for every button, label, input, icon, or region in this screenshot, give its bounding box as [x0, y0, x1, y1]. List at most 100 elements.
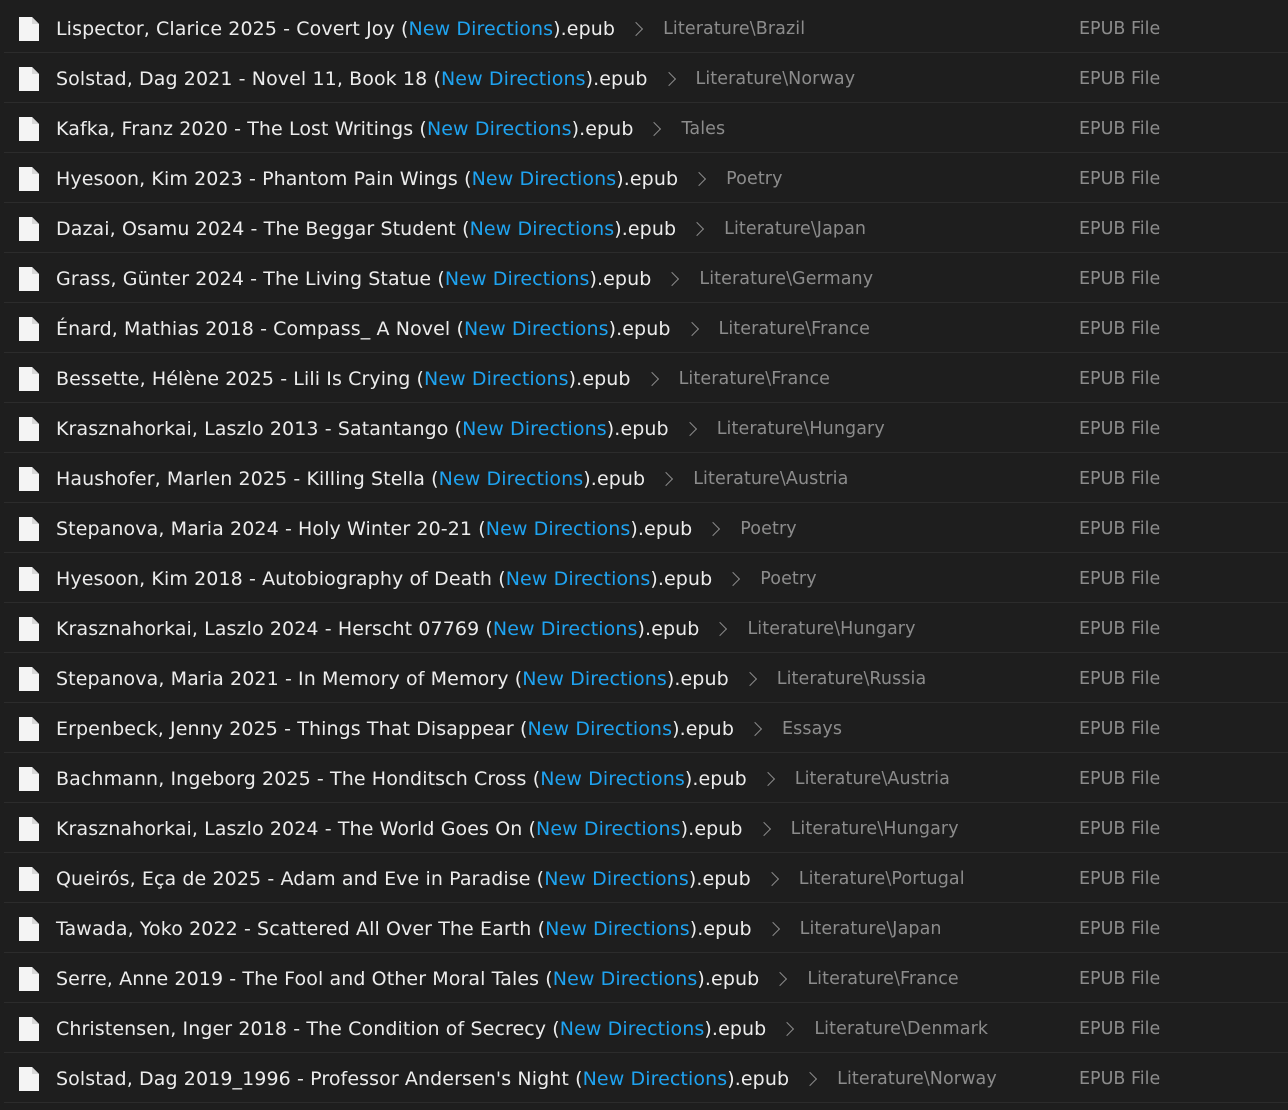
file-name-prefix: Christensen, Inger 2018 - The Condition …	[56, 1017, 560, 1040]
file-row[interactable]: Hyesoon, Kim 2018 - Autobiography of Dea…	[4, 554, 1288, 603]
file-name-publisher-highlight: New Directions	[424, 367, 569, 390]
folder-path[interactable]: Poetry	[760, 569, 816, 589]
file-row[interactable]: Krasznahorkai, Laszlo 2024 - Herscht 077…	[4, 604, 1288, 653]
file-name-publisher-highlight: New Directions	[462, 417, 607, 440]
file-entry: Bachmann, Ingeborg 2025 - The Honditsch …	[56, 754, 950, 803]
file-name-suffix: ).epub	[583, 467, 646, 490]
file-name-suffix: ).epub	[614, 217, 677, 240]
file-name-prefix: Queirós, Eça de 2025 - Adam and Eve in P…	[56, 867, 545, 890]
file-entry: Krasznahorkai, Laszlo 2024 - Herscht 077…	[56, 604, 916, 653]
file-name-suffix: ).epub	[666, 667, 729, 690]
file-name-publisher-highlight: New Directions	[438, 467, 584, 490]
file-name-suffix: ).epub	[630, 517, 693, 540]
file-row[interactable]: Krasznahorkai, Laszlo 2024 - The World G…	[4, 804, 1288, 853]
file-row[interactable]: Haushofer, Marlen 2025 - Killing Stella …	[4, 454, 1288, 503]
folder-path[interactable]: Literature\Norway	[696, 69, 856, 89]
file-name-prefix: Tawada, Yoko 2022 - Scattered All Over T…	[56, 917, 546, 940]
file-name-suffix: ).epub	[688, 867, 751, 890]
file-name-publisher-highlight: New Directions	[522, 667, 667, 690]
file-type: EPUB File	[1079, 268, 1161, 289]
chevron-right-icon	[659, 471, 674, 486]
chevron-right-icon	[692, 171, 707, 186]
file-entry: Hyesoon, Kim 2018 - Autobiography of Dea…	[56, 554, 817, 603]
file-name-suffix: ).epub	[684, 767, 747, 790]
file-name-publisher-highlight: New Directions	[471, 167, 617, 190]
file-name-publisher-highlight: New Directions	[463, 317, 609, 340]
file-name-prefix: Énard, Mathias 2018 - Compass_ A Novel (	[56, 317, 464, 340]
file-row[interactable]: Bachmann, Ingeborg 2025 - The Honditsch …	[4, 754, 1288, 803]
file-type: EPUB File	[1079, 68, 1161, 89]
file-row[interactable]: Christensen, Inger 2018 - The Condition …	[4, 1004, 1288, 1053]
file-row[interactable]: Stepanova, Maria 2021 - In Memory of Mem…	[4, 654, 1288, 703]
file-row[interactable]: Erpenbeck, Jenny 2025 - Things That Disa…	[4, 704, 1288, 753]
file-type: EPUB File	[1079, 618, 1161, 639]
file-name-publisher-highlight: New Directions	[536, 817, 681, 840]
file-row[interactable]: Dazai, Osamu 2024 - The Beggar Student (…	[4, 204, 1288, 253]
file-name-suffix: ).epub	[672, 717, 734, 740]
file-row[interactable]: Serre, Anne 2019 - The Fool and Other Mo…	[4, 954, 1288, 1003]
file-type: EPUB File	[1079, 718, 1161, 739]
folder-path[interactable]: Literature\Norway	[837, 1069, 997, 1089]
file-type: EPUB File	[1079, 218, 1161, 239]
folder-path[interactable]: Literature\Austria	[795, 769, 950, 789]
file-row[interactable]: Énard, Mathias 2018 - Compass_ A Novel (…	[4, 304, 1288, 353]
chevron-right-icon	[706, 521, 721, 536]
file-row[interactable]: Grass, Günter 2024 - The Living Statue (…	[4, 254, 1288, 303]
folder-path[interactable]: Literature\Japan	[724, 219, 866, 239]
folder-path[interactable]: Literature\Hungary	[717, 419, 885, 439]
file-name-prefix: Solstad, Dag 2021 - Novel 11, Book 18 (	[56, 67, 441, 90]
file-entry: Solstad, Dag 2021 - Novel 11, Book 18 (N…	[56, 54, 855, 103]
folder-path[interactable]: Literature\Austria	[693, 469, 848, 489]
folder-path[interactable]: Poetry	[740, 519, 796, 539]
file-row[interactable]: Krasznahorkai, Laszlo 2013 - Satantango …	[4, 404, 1288, 453]
file-entry: Tawada, Yoko 2022 - Scattered All Over T…	[56, 904, 942, 953]
folder-path[interactable]: Tales	[681, 119, 725, 139]
chevron-right-icon	[713, 621, 728, 636]
folder-path[interactable]: Literature\Hungary	[791, 819, 959, 839]
chevron-right-icon	[682, 421, 697, 436]
folder-path[interactable]: Literature\Russia	[777, 669, 927, 689]
file-row[interactable]: Hyesoon, Kim 2023 - Phantom Pain Wings (…	[4, 154, 1288, 203]
file-name-publisher-highlight: New Directions	[582, 1067, 728, 1090]
folder-path[interactable]: Essays	[782, 719, 842, 739]
folder-path[interactable]: Literature\Portugal	[799, 869, 965, 889]
file-name-publisher-highlight: New Directions	[408, 17, 554, 40]
folder-path[interactable]: Literature\France	[679, 369, 830, 389]
folder-path[interactable]: Literature\Hungary	[747, 619, 915, 639]
file-name-prefix: Stepanova, Maria 2021 - In Memory of Mem…	[56, 667, 523, 690]
file-entry: Lispector, Clarice 2025 - Covert Joy (Ne…	[56, 4, 805, 53]
file-entry: Hyesoon, Kim 2023 - Phantom Pain Wings (…	[56, 154, 783, 203]
folder-path[interactable]: Literature\Germany	[699, 269, 873, 289]
folder-path[interactable]: Literature\Brazil	[663, 19, 805, 39]
file-row[interactable]: Solstad, Dag 2019_1996 - Professor Ander…	[4, 1054, 1288, 1103]
folder-path[interactable]: Poetry	[726, 169, 782, 189]
file-row[interactable]: Solstad, Dag 2021 - Novel 11, Book 18 (N…	[4, 54, 1288, 103]
file-row[interactable]: Lispector, Clarice 2025 - Covert Joy (Ne…	[4, 4, 1288, 53]
chevron-right-icon	[628, 21, 644, 36]
file-row[interactable]: Stepanova, Maria 2024 - Holy Winter 20-2…	[4, 504, 1288, 553]
file-name-suffix: ).epub	[680, 817, 743, 840]
file-row[interactable]: Bessette, Hélène 2025 - Lili Is Crying (…	[4, 354, 1288, 403]
file-name-publisher-highlight: New Directions	[485, 517, 631, 540]
folder-path[interactable]: Literature\Japan	[800, 919, 942, 939]
file-entry: Énard, Mathias 2018 - Compass_ A Novel (…	[56, 304, 870, 353]
file-type: EPUB File	[1079, 968, 1161, 989]
chevron-right-icon	[644, 371, 659, 386]
file-name-prefix: Krasznahorkai, Laszlo 2024 - Herscht 077…	[56, 617, 493, 640]
chevron-right-icon	[773, 971, 788, 986]
file-name-suffix: ).epub	[704, 1017, 767, 1040]
folder-path[interactable]: Literature\France	[719, 319, 870, 339]
file-row[interactable]: Queirós, Eça de 2025 - Adam and Eve in P…	[4, 854, 1288, 903]
folder-path[interactable]: Literature\France	[807, 969, 958, 989]
file-name-prefix: Dazai, Osamu 2024 - The Beggar Student (	[56, 217, 470, 240]
file-type: EPUB File	[1079, 518, 1161, 539]
chevron-right-icon	[780, 1021, 795, 1036]
file-name-prefix: Stepanova, Maria 2024 - Holy Winter 20-2…	[56, 517, 486, 540]
file-row[interactable]: Tawada, Yoko 2022 - Scattered All Over T…	[4, 904, 1288, 953]
file-name-publisher-highlight: New Directions	[492, 617, 638, 640]
file-name-prefix: Solstad, Dag 2019_1996 - Professor Ander…	[56, 1067, 583, 1090]
chevron-right-icon	[764, 871, 779, 886]
file-type: EPUB File	[1079, 118, 1161, 139]
file-row[interactable]: Kafka, Franz 2020 - The Lost Writings (N…	[4, 104, 1288, 153]
folder-path[interactable]: Literature\Denmark	[814, 1019, 988, 1039]
